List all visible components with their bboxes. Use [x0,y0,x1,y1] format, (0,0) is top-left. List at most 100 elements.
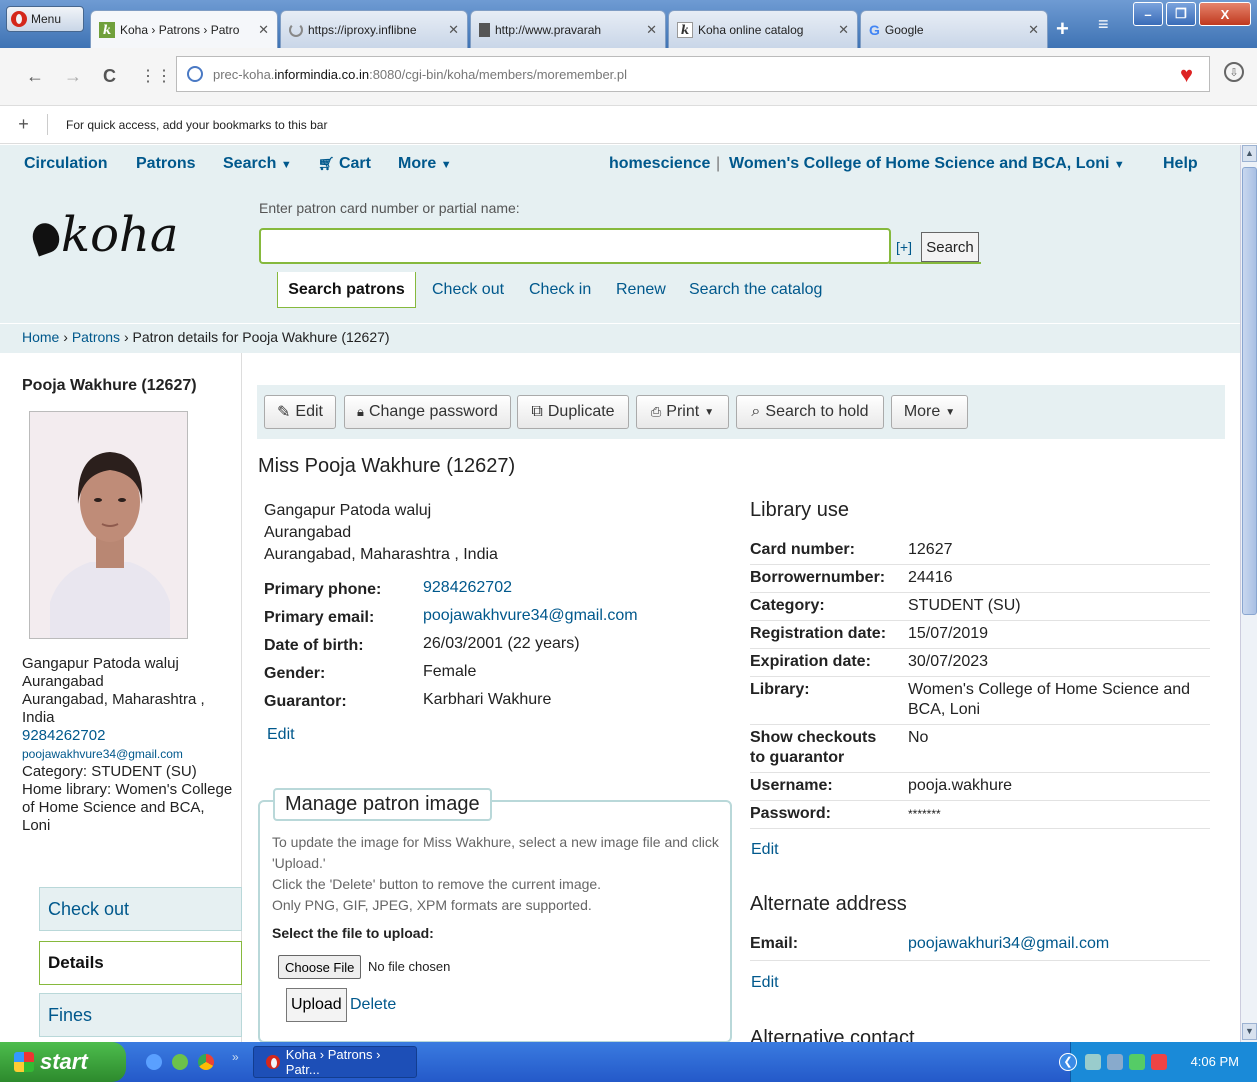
field-value[interactable]: poojawakhuri34@gmail.com [908,934,1109,954]
add-bookmark-icon[interactable]: + [0,114,48,135]
display-icon[interactable] [1107,1054,1123,1070]
close-icon[interactable]: ✕ [646,22,657,38]
change-password-button[interactable]: 🔒︎ Change password [344,395,511,429]
browser-tab-koha-catalog[interactable]: k Koha online catalog ✕ [668,10,858,48]
tab-search-catalog[interactable]: Search the catalog [689,281,822,299]
speed-dial-icon[interactable]: ⋮⋮ [140,66,172,86]
maximize-button[interactable]: ❐ [1166,2,1196,26]
browser-tab-pravarah[interactable]: http://www.pravarah ✕ [470,10,666,48]
nav-search[interactable]: Search ▼ [223,155,292,173]
back-icon[interactable]: ← [26,66,44,87]
sidebar-tab-fines[interactable]: Fines [39,993,242,1037]
close-icon[interactable]: ✕ [448,22,459,38]
nav-patrons[interactable]: Patrons [136,155,196,173]
address-bar[interactable]: prec-koha. informindia.co.in:8080/cgi-bin… [176,56,1210,92]
tab-title: https://iproxy.inflibne [308,22,417,37]
tray-expand-icon[interactable]: ❮ [1059,1053,1077,1071]
info-value[interactable]: poojawakhvure34@gmail.com [423,607,638,625]
chrome-icon[interactable] [198,1054,214,1070]
scroll-up-icon[interactable]: ▲ [1242,145,1257,162]
image-desc-1: To update the image for Miss Wakhure, se… [272,834,719,871]
browser-tab-google[interactable]: G Google ✕ [860,10,1048,48]
shield-icon[interactable] [146,1054,162,1070]
sidebar-tab-checkout[interactable]: Check out [39,887,242,931]
signal-icon[interactable] [1129,1054,1145,1070]
nav-circulation[interactable]: Circulation [24,155,108,173]
field-label: Borrowernumber: [750,569,886,586]
upload-button[interactable]: Upload [286,988,347,1022]
image-box-description: To update the image for Miss Wakhure, se… [272,832,727,916]
caret-down-icon: ▼ [704,406,715,418]
info-value[interactable]: 9284262702 [423,579,512,597]
no-file-text: No file chosen [368,959,451,974]
sidebar-phone[interactable]: 9284262702 [22,727,237,745]
start-button[interactable]: start [0,1042,126,1082]
browser-tab-iproxy[interactable]: https://iproxy.inflibne ✕ [280,10,468,48]
choose-file-button[interactable]: Choose File [278,955,362,979]
duplicate-button[interactable]: ⧉ Duplicate [517,395,629,429]
search-icon: ⌕ [751,403,761,420]
forward-icon[interactable]: → [64,66,82,87]
search-to-hold-button[interactable]: ⌕ Search to hold [736,395,884,429]
logged-in-user[interactable]: homescience [609,155,710,173]
library-selector[interactable]: Women's College of Home Science and BCA,… [729,155,1125,173]
close-window-button[interactable]: X [1199,2,1251,26]
close-icon[interactable]: ✕ [838,22,849,38]
nav-more[interactable]: More ▼ [398,155,452,173]
advanced-search-toggle[interactable]: [+] [896,239,912,255]
logo-text: koha [61,207,179,263]
field-value: STUDENT (SU) [908,597,1021,614]
sidebar-address-line2: Aurangabad [22,673,104,690]
tab-check-out[interactable]: Check out [432,281,504,299]
scrollbar-thumb[interactable] [1242,167,1257,615]
nav-search-label: Search [223,155,277,172]
browser-menu-button[interactable]: Menu [6,6,84,32]
edit-button[interactable]: ✎ Edit [264,395,336,429]
taskbar-clock: 4:06 PM [1190,1054,1239,1069]
heart-icon[interactable]: ♥ [1180,62,1193,88]
reload-icon[interactable]: C [103,66,116,87]
browser-tab-bar: Menu k Koha › Patrons › Patro ✕ https://… [0,0,1257,48]
patron-search-button[interactable]: Search [921,232,979,262]
library-use-row: Username: pooja.wakhure [750,773,1210,801]
tab-list-icon[interactable]: ≡ [1098,14,1109,35]
edit-contact-link[interactable]: Edit [267,726,295,744]
browser-tab-koha-patrons[interactable]: k Koha › Patrons › Patro ✕ [90,10,278,48]
browser-shortcut-icon[interactable] [172,1054,188,1070]
koha-icon: k [99,21,115,38]
download-icon[interactable]: ⇩ [1224,62,1244,82]
koha-logo[interactable]: koha [28,207,179,263]
sidebar-tab-details[interactable]: Details [39,941,242,985]
minimize-button[interactable]: – [1133,2,1163,26]
new-tab-icon[interactable]: + [1056,16,1069,42]
patron-search-input[interactable] [259,228,891,264]
tab-renew[interactable]: Renew [616,281,666,299]
scroll-down-icon[interactable]: ▼ [1242,1023,1257,1040]
delete-image-link[interactable]: Delete [350,996,396,1014]
antivirus-icon[interactable] [1151,1054,1167,1070]
network-icon[interactable] [1085,1054,1101,1070]
breadcrumb-home[interactable]: Home [22,329,59,345]
google-icon: G [869,21,880,38]
nav-cart[interactable]: 🛒︎ Cart [318,155,371,173]
tab-search-patrons[interactable]: Search patrons [277,272,416,308]
print-button[interactable]: ⎙ Print ▼ [636,395,729,429]
edit-alternate-address-link[interactable]: Edit [751,974,779,992]
vertical-scrollbar[interactable]: ▲ ▼ [1240,145,1257,1042]
close-icon[interactable]: ✕ [1028,22,1039,38]
sidebar-address-line4: India [22,709,55,726]
info-label: Gender: [264,665,326,682]
edit-library-use-link[interactable]: Edit [751,841,779,859]
tab-check-in[interactable]: Check in [529,281,591,299]
koha-icon: k [677,21,693,38]
nav-help[interactable]: Help [1163,155,1198,173]
site-info-icon[interactable] [187,66,203,82]
sidebar-patron-name: Pooja Wakhure (12627) [22,377,197,394]
close-icon[interactable]: ✕ [258,22,269,38]
print-label: Print [666,403,700,420]
sidebar-email[interactable]: poojawakhvure34@gmail.com [22,745,237,763]
more-button[interactable]: More ▼ [891,395,968,429]
chevron-right-icon[interactable]: » [232,1050,239,1064]
taskbar-opera-window[interactable]: Koha › Patrons › Patr... [253,1046,417,1078]
breadcrumb-patrons[interactable]: Patrons [72,329,120,345]
